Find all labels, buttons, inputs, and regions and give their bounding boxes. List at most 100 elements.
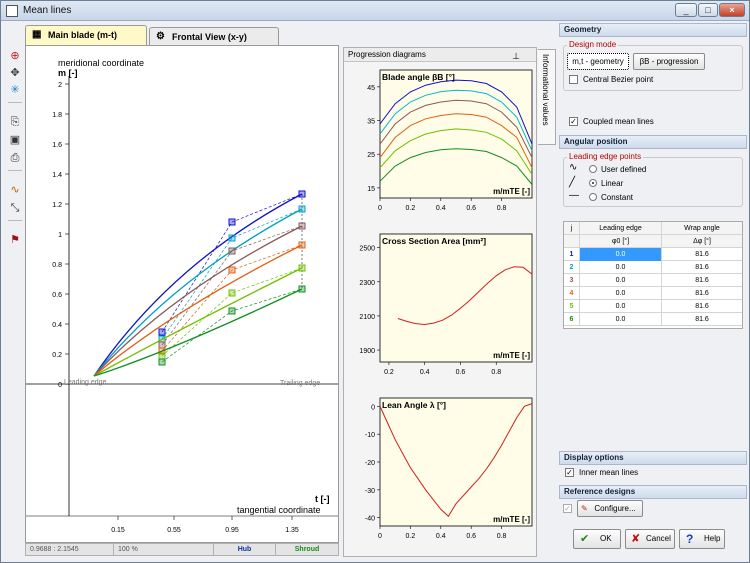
table-row[interactable]: 2 0.0 81.6 [564, 261, 742, 274]
plot-area [379, 233, 533, 363]
bezier-control-point[interactable] [228, 307, 236, 315]
chart-title: Blade angle βB [°] [382, 72, 455, 82]
bezier-control-point[interactable] [298, 205, 306, 213]
bezier-control-point[interactable] [228, 289, 236, 297]
bezier-control-point[interactable] [158, 341, 166, 349]
wrap-angle-cell[interactable]: 81.6 [662, 248, 742, 261]
informational-values-tab[interactable]: Informational values [538, 49, 556, 145]
print-icon[interactable]: ⎙ [8, 151, 22, 165]
wrap-angle-cell[interactable]: 81.6 [662, 261, 742, 274]
leading-edge-cell[interactable]: 0.0 [580, 287, 662, 300]
bezier-control-point[interactable] [158, 328, 166, 336]
bezier-control-point[interactable] [298, 190, 306, 198]
col-wrap-unit: Δφ [°] [693, 238, 711, 245]
mean-line[interactable] [93, 193, 303, 377]
chart-title: Lean Angle λ [°] [382, 400, 446, 410]
bezier-control-point[interactable] [228, 234, 236, 242]
wrap-angle-cell[interactable]: 81.6 [662, 287, 742, 300]
configure-label: Configure... [594, 504, 636, 513]
bezier-control-point[interactable] [298, 222, 306, 230]
maximize-button[interactable]: □ [698, 3, 718, 17]
curve-edit-icon[interactable]: ∿ [8, 183, 22, 197]
mean-line[interactable] [93, 244, 303, 377]
bezier-polygon [161, 208, 303, 340]
linear-label: Linear [601, 179, 624, 188]
y-tick-label: 0.8 [52, 262, 62, 269]
bezier-control-point[interactable] [298, 241, 306, 249]
bezier-control-point[interactable] [158, 358, 166, 366]
col-le-unit: φ0 [°] [580, 235, 662, 248]
minimize-button[interactable]: _ [675, 3, 697, 17]
shroud-label: Shroud [294, 546, 320, 553]
pin-icon[interactable]: ⊥ [512, 49, 520, 63]
tab-frontal-view[interactable]: ⚙ Frontal View (x-y) [149, 27, 279, 45]
tab-frontal-view-label: Frontal View (x-y) [172, 32, 247, 42]
table-row[interactable]: 3 0.0 81.6 [564, 274, 742, 287]
ok-button[interactable]: ✔ OK [573, 529, 621, 549]
x-tick-label: 0 [378, 533, 382, 540]
export-icon[interactable]: ⎘ [8, 115, 22, 129]
mean-line[interactable] [93, 267, 303, 377]
coupled-mean-lines-checkbox[interactable]: ✓ [569, 117, 578, 126]
user-defined-radio[interactable] [589, 165, 597, 173]
table-row[interactable]: 1 0.0 81.6 [564, 248, 742, 261]
main-blade-plot[interactable]: 2 1.8 1.6 1.4 1.2 1 0.8 0.6 0.4 0.2 0 0.15 0.55 0.95… [25, 45, 339, 543]
x-tick-label: 0.15 [111, 527, 125, 534]
linear-radio[interactable] [589, 179, 597, 187]
wrap-angle-cell[interactable]: 81.6 [662, 313, 742, 326]
y-tick-label: 1.8 [52, 112, 62, 119]
mean-line[interactable] [93, 225, 303, 377]
bezier-control-point[interactable] [298, 285, 306, 293]
chart-title: Cross Section Area [mm²] [382, 236, 486, 246]
y-tick-label: 2 [58, 82, 62, 89]
table-row[interactable]: 4 0.0 81.6 [564, 287, 742, 300]
x-tick-label: 0.4 [436, 205, 446, 212]
pan-icon[interactable]: ✥ [8, 66, 22, 80]
wrap-angle-cell[interactable]: 81.6 [662, 274, 742, 287]
status-bar: 0.9688 : 2.1545 100 % Hub Shroud [25, 543, 339, 556]
y-tick-label: 0.4 [52, 322, 62, 329]
check-icon: ✔ [580, 533, 590, 545]
table-row[interactable]: 5 0.0 81.6 [564, 300, 742, 313]
reference-checkbox[interactable]: ✓ [563, 504, 572, 513]
fit-view-icon[interactable]: ✳ [8, 83, 22, 97]
configure-button[interactable]: ✎ Configure... [577, 500, 643, 517]
help-button[interactable]: ? Help [679, 529, 725, 549]
close-button[interactable]: × [719, 3, 745, 17]
bezier-control-point[interactable] [158, 352, 166, 360]
leading-edge-cell[interactable]: 0.0 [580, 274, 662, 287]
leading-edge-cell[interactable]: 0.0 [580, 300, 662, 313]
save-icon[interactable]: ▣ [8, 133, 22, 147]
central-bezier-checkbox[interactable] [569, 75, 578, 84]
progression-header: Progression diagrams ⊥ [344, 48, 536, 62]
window-title: Mean lines [23, 5, 72, 16]
inner-mean-lines-checkbox[interactable]: ✓ [565, 468, 574, 477]
measure-icon[interactable]: ⤡ [8, 201, 22, 215]
tab-main-blade[interactable]: ▦ Main blade (m-t) [25, 25, 147, 45]
mt-geometry-button[interactable]: m,t - geometry [567, 53, 629, 70]
beta-progression-button[interactable]: βB - progression [633, 53, 705, 70]
table-row[interactable]: 6 0.0 81.6 [564, 313, 742, 326]
cancel-button[interactable]: ✘ Cancel [625, 529, 675, 549]
settings-icon[interactable]: ⚑ [8, 233, 22, 247]
bezier-control-point[interactable] [228, 266, 236, 274]
title-bar: Mean lines _ □ × [1, 1, 749, 21]
meridional-plot-svg: 2 1.8 1.6 1.4 1.2 1 0.8 0.6 0.4 0.2 0 0.15 0.55 0.95… [26, 76, 338, 534]
bezier-control-point[interactable] [228, 247, 236, 255]
zoom-icon[interactable]: ⊕ [8, 49, 22, 63]
wrap-angle-cell[interactable]: 81.6 [662, 300, 742, 313]
constant-radio[interactable] [589, 193, 597, 201]
linear-icon: ╱ [569, 177, 576, 188]
bezier-control-point[interactable] [298, 264, 306, 272]
y-tick-label: 2500 [359, 246, 375, 253]
cancel-label: Cancel [646, 534, 671, 543]
x-tick-label: 0.8 [497, 533, 507, 540]
tab-main-blade-label: Main blade (m-t) [48, 30, 117, 40]
leading-edge-cell[interactable]: 0.0 [580, 248, 662, 261]
leading-edge-cell[interactable]: 0.0 [580, 261, 662, 274]
angular-position-header: Angular position [559, 135, 747, 149]
leading-edge-cell[interactable]: 0.0 [580, 313, 662, 326]
bezier-control-point[interactable] [228, 218, 236, 226]
y-tick-label: 45 [367, 85, 375, 92]
geometry-header: Geometry [559, 23, 747, 37]
